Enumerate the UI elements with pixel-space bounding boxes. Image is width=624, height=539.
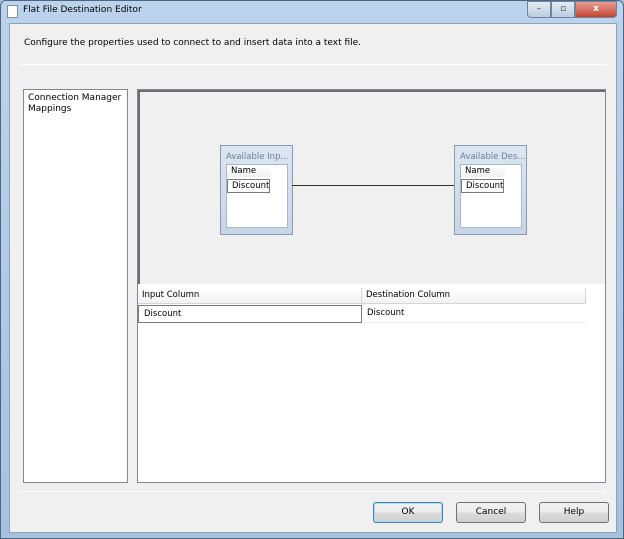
help-button[interactable]: Help bbox=[539, 502, 609, 523]
window-title: Flat File Destination Editor bbox=[23, 5, 142, 15]
mapping-line[interactable] bbox=[292, 185, 454, 186]
header-destination-column[interactable]: Destination Column bbox=[362, 288, 586, 304]
nav-list: Connection Manager Mappings bbox=[23, 89, 128, 483]
nav-item-mappings[interactable]: Mappings bbox=[28, 104, 123, 115]
divider bbox=[20, 64, 606, 65]
maximize-button[interactable]: ▫ bbox=[551, 1, 575, 18]
box-title: Available Inp... bbox=[226, 152, 289, 162]
cancel-button[interactable]: Cancel bbox=[456, 502, 526, 523]
box-title: Available Des... bbox=[460, 152, 526, 162]
cell-input-column[interactable]: Discount bbox=[138, 305, 362, 323]
divider bbox=[20, 491, 606, 492]
minimize-button[interactable]: – bbox=[527, 1, 551, 18]
available-input-columns-box[interactable]: Available Inp... Name Discount bbox=[220, 145, 293, 235]
dialog-window: Flat File Destination Editor – ▫ x Confi… bbox=[0, 0, 624, 539]
mapping-diagram: Available Inp... Name Discount Available… bbox=[138, 90, 605, 284]
document-icon bbox=[7, 5, 18, 18]
nav-item-connection-manager[interactable]: Connection Manager bbox=[28, 93, 123, 104]
header-input-column[interactable]: Input Column bbox=[138, 288, 362, 304]
name-header: Name bbox=[461, 165, 505, 177]
dialog-client: Configure the properties used to connect… bbox=[9, 23, 617, 533]
name-header: Name bbox=[227, 165, 271, 177]
input-column-discount[interactable]: Discount bbox=[227, 179, 270, 193]
cell-destination-column[interactable]: Discount bbox=[362, 305, 586, 323]
ok-button[interactable]: OK bbox=[373, 502, 443, 523]
close-button[interactable]: x bbox=[575, 1, 617, 18]
description-text: Configure the properties used to connect… bbox=[24, 38, 362, 48]
mappings-panel: Available Inp... Name Discount Available… bbox=[137, 89, 606, 483]
mapping-grid: Input Column Destination Column Discount… bbox=[138, 288, 605, 482]
destination-column-discount[interactable]: Discount bbox=[461, 179, 504, 193]
available-destination-columns-box[interactable]: Available Des... Name Discount bbox=[454, 145, 527, 235]
